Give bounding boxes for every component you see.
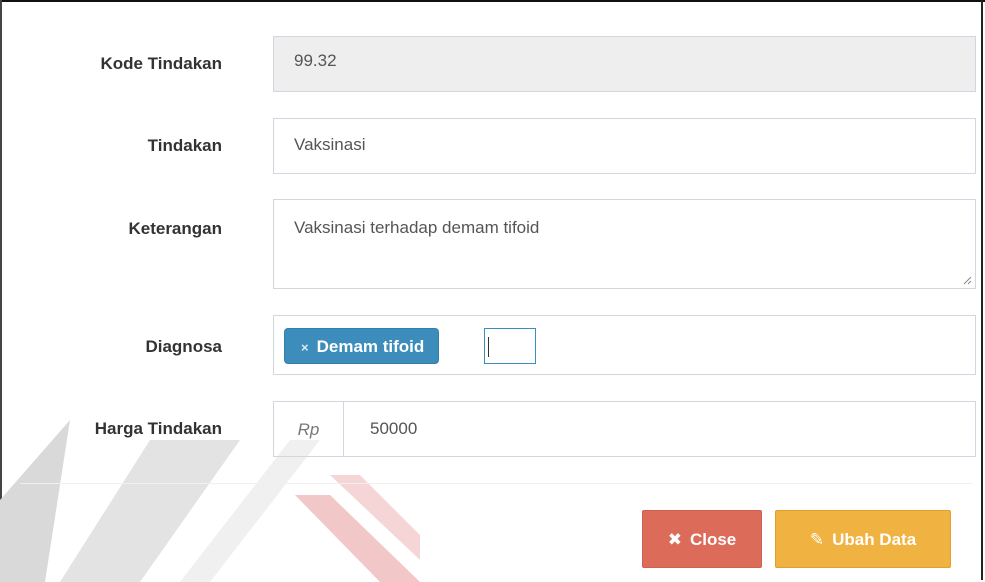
ubah-data-button[interactable]: ✎ Ubah Data [775,510,951,568]
harga-tindakan-input[interactable]: 50000 [370,419,417,439]
keterangan-textarea[interactable]: Vaksinasi terhadap demam tifoid [273,199,976,289]
tindakan-input[interactable]: Vaksinasi [273,118,976,174]
tindakan-value: Vaksinasi [294,135,366,154]
row-diagnosa: Diagnosa × Demam tifoid [0,315,985,375]
row-kode-tindakan: Kode Tindakan 99.32 [0,36,985,92]
tag-label: Demam tifoid [316,337,425,356]
tag-remove-icon[interactable]: × [301,340,309,355]
text-caret [488,337,489,357]
keterangan-label: Keterangan [128,219,222,238]
diagnosa-search-input[interactable] [484,328,536,364]
close-button-label: Close [689,530,737,549]
diagnosa-tag: × Demam tifoid [284,328,440,364]
edit-icon: ✎ [809,530,825,549]
kode-tindakan-input[interactable]: 99.32 [273,36,976,92]
diagnosa-tag-input[interactable]: × Demam tifoid [273,315,976,375]
diagnosa-label: Diagnosa [145,337,222,356]
close-icon: ✖ [667,530,682,549]
footer-divider [20,483,972,484]
harga-tindakan-label: Harga Tindakan [94,419,222,438]
tindakan-label: Tindakan [147,136,222,155]
kode-tindakan-label: Kode Tindakan [100,54,222,73]
row-keterangan: Keterangan Vaksinasi terhadap demam tifo… [0,199,985,289]
close-button[interactable]: ✖ Close [642,510,762,568]
row-tindakan: Tindakan Vaksinasi [0,118,985,174]
ubah-data-button-label: Ubah Data [832,530,917,549]
kode-tindakan-value: 99.32 [294,51,337,70]
keterangan-value: Vaksinasi terhadap demam tifoid [294,218,540,237]
resize-handle-icon[interactable] [962,275,972,285]
currency-prefix: Rp [274,402,344,456]
harga-tindakan-group: Rp 50000 [273,401,976,457]
row-harga-tindakan: Harga Tindakan Rp 50000 [0,401,985,457]
